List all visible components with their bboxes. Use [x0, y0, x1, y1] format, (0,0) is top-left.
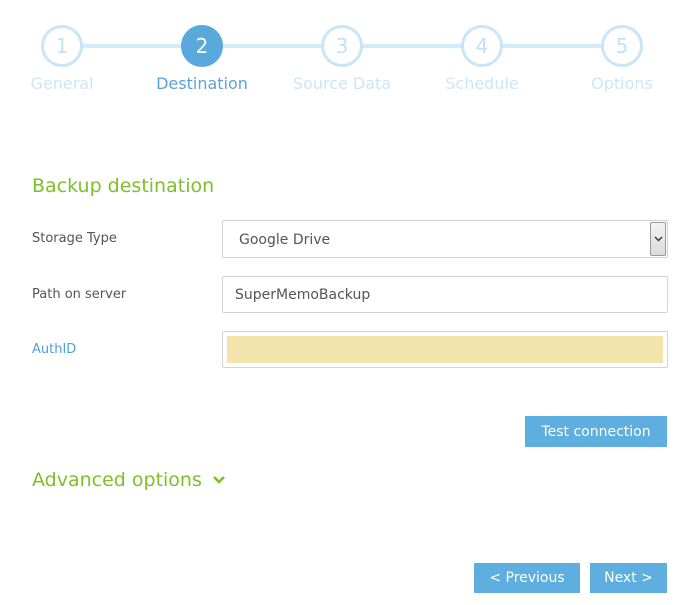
- advanced-options-toggle[interactable]: Advanced options: [32, 469, 226, 491]
- select-dropdown-button[interactable]: [650, 222, 666, 256]
- authid-field[interactable]: [222, 331, 668, 368]
- step-label: Schedule: [445, 74, 519, 93]
- wizard-stepper: 1 General 2 Destination 3 Source Data 4 …: [0, 0, 686, 110]
- step-options[interactable]: 5 Options: [552, 25, 686, 93]
- step-number: 1: [41, 25, 83, 67]
- step-label: Source Data: [292, 74, 392, 93]
- advanced-options-label: Advanced options: [32, 469, 202, 491]
- storage-type-value: Google Drive: [239, 232, 331, 248]
- step-number: 4: [461, 25, 503, 67]
- storage-type-label: Storage Type: [32, 231, 117, 246]
- authid-label[interactable]: AuthID: [32, 342, 76, 357]
- path-label: Path on server: [32, 287, 127, 302]
- step-label: Destination: [156, 74, 248, 93]
- step-general[interactable]: 1 General: [0, 25, 132, 93]
- section-title: Backup destination: [32, 175, 215, 197]
- step-number: 2: [181, 25, 223, 67]
- path-input[interactable]: [222, 276, 668, 313]
- step-source-data[interactable]: 3 Source Data: [272, 25, 412, 93]
- authid-input[interactable]: [227, 336, 663, 363]
- test-connection-button[interactable]: Test connection: [525, 416, 667, 447]
- step-schedule[interactable]: 4 Schedule: [412, 25, 552, 93]
- chevron-down-icon: [654, 236, 662, 242]
- step-number: 3: [321, 25, 363, 67]
- chevron-down-icon: [212, 476, 225, 484]
- next-button[interactable]: Next >: [590, 563, 667, 593]
- storage-type-select[interactable]: Google Drive: [222, 220, 668, 258]
- step-number: 5: [601, 25, 643, 67]
- step-destination[interactable]: 2 Destination: [132, 25, 272, 93]
- step-label: General: [30, 74, 94, 93]
- previous-button[interactable]: < Previous: [474, 563, 580, 593]
- step-label: Options: [591, 74, 653, 93]
